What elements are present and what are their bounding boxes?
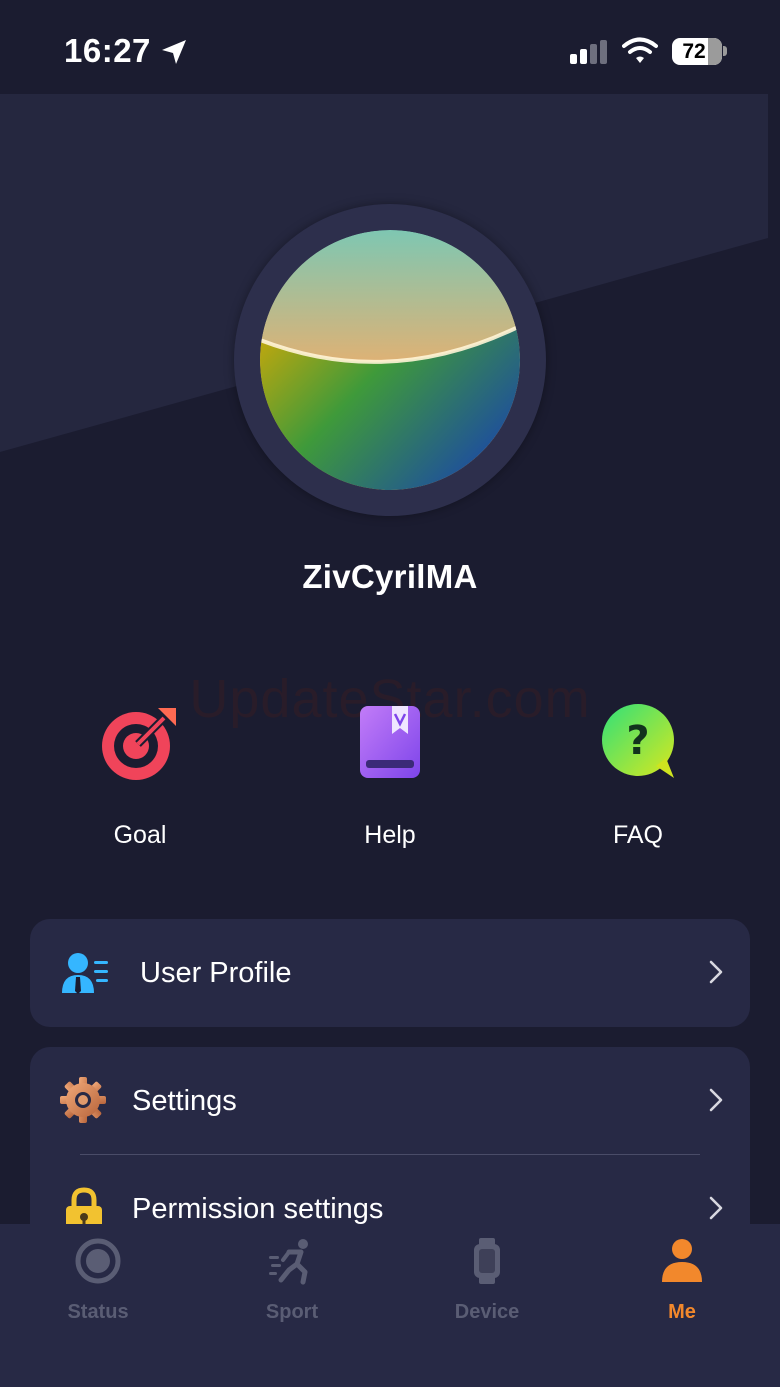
faq-question-icon: ? xyxy=(602,704,674,778)
chevron-right-icon xyxy=(709,1088,723,1112)
settings-row[interactable]: Settings xyxy=(30,1047,750,1155)
help-button[interactable]: Help xyxy=(300,700,480,850)
running-icon xyxy=(269,1239,308,1285)
chevron-right-icon xyxy=(709,1196,723,1220)
watch-icon xyxy=(474,1238,500,1284)
user-profile-icon xyxy=(62,953,108,994)
permission-settings-label: Permission settings xyxy=(132,1192,384,1225)
status-time: 16:27 xyxy=(64,32,151,69)
tab-sport[interactable]: Sport xyxy=(212,1236,372,1324)
tab-device-label: Device xyxy=(454,1301,520,1323)
settings-label: Settings xyxy=(132,1084,237,1117)
goal-button[interactable]: Goal xyxy=(50,700,230,850)
help-book-icon xyxy=(360,706,420,778)
battery-icon: 72 xyxy=(672,38,722,65)
goal-label: Goal xyxy=(113,821,167,849)
tab-status-label: Status xyxy=(67,1301,129,1323)
bottom-tab-bar: Status Sport Device Me xyxy=(0,1224,780,1387)
faq-button[interactable]: ? FAQ xyxy=(548,700,728,850)
status-bar: 16:27 72 xyxy=(0,0,780,94)
target-goal-icon xyxy=(102,708,176,780)
avatar-ring[interactable] xyxy=(234,204,546,516)
tab-status[interactable]: Status xyxy=(18,1236,178,1324)
cellular-signal-icon xyxy=(570,40,607,64)
location-arrow-icon xyxy=(162,40,186,64)
username: ZivCyrilMA xyxy=(302,558,478,595)
gear-icon xyxy=(60,1077,106,1123)
svg-text:?: ? xyxy=(626,718,649,764)
avatar[interactable] xyxy=(260,230,520,490)
tab-me[interactable]: Me xyxy=(602,1236,762,1324)
tab-sport-label: Sport xyxy=(265,1301,319,1323)
help-label: Help xyxy=(364,821,416,849)
faq-label: FAQ xyxy=(612,821,663,849)
tab-device[interactable]: Device xyxy=(407,1236,567,1324)
tab-me-label: Me xyxy=(668,1301,696,1323)
chevron-right-icon xyxy=(709,960,723,984)
person-icon xyxy=(662,1239,702,1282)
battery-level: 72 xyxy=(682,39,706,63)
battery-tip xyxy=(723,46,727,56)
user-profile-label: User Profile xyxy=(140,956,292,989)
status-ring-icon xyxy=(75,1238,121,1284)
wifi-icon xyxy=(622,37,658,63)
user-profile-row[interactable]: User Profile xyxy=(30,919,750,1027)
user-profile-card: User Profile xyxy=(30,919,750,1027)
